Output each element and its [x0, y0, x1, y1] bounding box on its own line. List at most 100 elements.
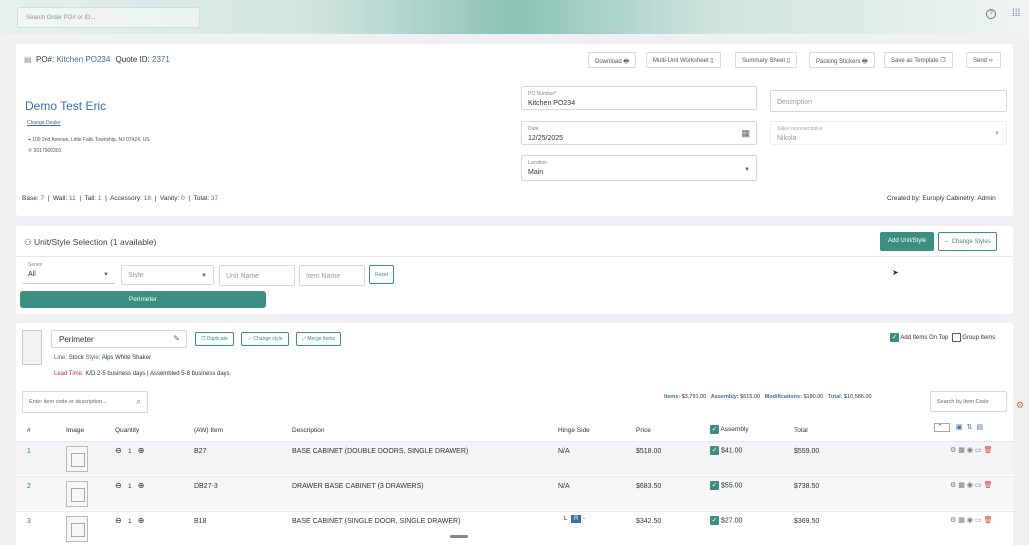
- style-label: Style:: [85, 355, 101, 361]
- unit-name-field[interactable]: Perimeter ✎: [51, 330, 187, 348]
- add-unit-style-button[interactable]: Add Unit/Style: [880, 232, 934, 251]
- download-button[interactable]: Download 🖶: [588, 52, 637, 68]
- chevron-down-icon: ▼: [103, 272, 109, 278]
- quote-label: Quote ID:: [115, 55, 150, 64]
- calendar-icon: ▦: [741, 128, 750, 138]
- document-icon: ▯: [710, 58, 714, 64]
- quantity-stepper[interactable]: ⊖ 1 ⊕: [115, 516, 145, 525]
- phone-icon: ✆: [28, 148, 33, 154]
- created-by: Created by: Europly Cabinetry: Admin: [887, 195, 996, 202]
- group-items-checkbox[interactable]: [951, 333, 961, 342]
- quantity-stepper[interactable]: ⊖ 1 ⊕: [115, 481, 145, 490]
- duplicate-button[interactable]: ❐ Duplicate: [195, 332, 234, 346]
- collapse-icon[interactable]: ⌃: [934, 423, 950, 432]
- printer-icon: 🖶: [623, 59, 630, 65]
- pencil-icon: ✎: [173, 334, 180, 343]
- save-as-template-button[interactable]: Save as Template ❐: [884, 52, 953, 68]
- assembly-checkbox[interactable]: ✓: [710, 446, 719, 455]
- notes-icon[interactable]: ▤: [976, 424, 987, 431]
- assembly-checkbox[interactable]: ✓: [710, 481, 719, 490]
- multi-unit-worksheet-button[interactable]: Multi-Unit Worksheet ▯: [646, 52, 721, 68]
- delete-icon: 🗑: [983, 482, 995, 489]
- order-icon: ▤: [24, 55, 32, 64]
- series-select[interactable]: Series All ▼: [22, 262, 115, 284]
- send-icon: ➪: [988, 58, 994, 64]
- line-value: Stock: [68, 355, 84, 361]
- chevron-down-icon: ▼: [744, 167, 750, 173]
- change-style-button[interactable]: ⇔ Change style: [241, 332, 289, 346]
- hinge-side-toggle[interactable]: L R -: [562, 515, 585, 523]
- add-items-on-top-checkbox[interactable]: ✓: [890, 333, 899, 342]
- lead-time-value: K/D 2-5 business days | Assembled 5-8 bu…: [85, 371, 230, 377]
- cabinet-image: [66, 516, 88, 542]
- search-by-item-code-input[interactable]: Search by Item Code: [930, 391, 1007, 412]
- unit-icon: ⚇: [24, 237, 32, 247]
- line-label: Line:: [54, 355, 68, 361]
- merge-items-button[interactable]: ⤢ Merge items: [296, 332, 341, 346]
- item-search-input[interactable]: Enter item code or description... ⌕: [22, 391, 148, 413]
- cabinet-image: [66, 481, 88, 507]
- apps-grid-icon[interactable]: ⁞⁞⁞: [1012, 9, 1020, 19]
- packing-stickers-button[interactable]: Packing Stickers 🖶: [809, 52, 875, 68]
- search-icon: ⌕: [136, 397, 141, 406]
- chevron-down-icon: ▼: [201, 273, 207, 279]
- delete-icon: 🗑: [983, 517, 995, 524]
- view-icon: ◉: [966, 517, 976, 524]
- table-row[interactable]: 3 ⊖ 1 ⊕ B18 BASE CABINET (SINGLE DOOR, S…: [16, 511, 1013, 545]
- cabinet-counts: Base: 7 | Wall: 11 | Tall: 1 | Accessory…: [22, 195, 219, 202]
- style-select[interactable]: Style ▼: [121, 265, 214, 285]
- quantity-stepper[interactable]: ⊖ 1 ⊕: [115, 446, 145, 455]
- style-value: Alps White Shaker: [101, 355, 152, 361]
- add-items-on-top-label: Add Items On Top: [900, 335, 949, 342]
- unit-thumbnail: [22, 330, 42, 365]
- comment-icon: ▭: [975, 517, 984, 524]
- po-value: Kitchen PO234: [56, 55, 111, 64]
- reset-button[interactable]: Reset: [369, 265, 395, 284]
- copy-icon: ❐: [940, 58, 946, 64]
- change-styles-button[interactable]: ⇔ Change Styles: [938, 232, 997, 251]
- modify-icon: ▦: [958, 482, 967, 489]
- chevron-down-icon: ▼: [994, 131, 1000, 137]
- unit-style-title: ⚇ Unit/Style Selection (1 available): [24, 237, 157, 247]
- perimeter-unit-chip[interactable]: Perimeter: [20, 291, 266, 308]
- cabinet-image: [66, 446, 88, 472]
- scroll-handle[interactable]: [450, 535, 468, 538]
- unit-name-input[interactable]: Unit Name: [219, 265, 295, 286]
- customer-address: 100 2nd Avenue, Little Falls Township, N…: [32, 137, 150, 143]
- swap-icon: ⇔: [944, 239, 950, 245]
- help-icon[interactable]: ?: [986, 9, 996, 19]
- image-toggle-icon[interactable]: ▣: [956, 424, 967, 431]
- copy-icon: ❐: [201, 336, 206, 342]
- assembly-all-checkbox[interactable]: ✓: [710, 425, 719, 434]
- sort-icon[interactable]: ⇅: [966, 424, 976, 431]
- location-select[interactable]: Location Main ▼: [521, 155, 757, 181]
- table-header: # Image Quantity (AW) Item Description H…: [27, 423, 987, 434]
- comment-icon: ▭: [975, 447, 984, 454]
- customer-name: Demo Test Eric: [25, 99, 107, 113]
- table-row[interactable]: 2 ⊖ 1 ⊕ DB27-3 DRAWER BASE CABINET (3 DR…: [16, 476, 1013, 510]
- row-actions[interactable]: ⚙▦◉▭🗑: [950, 446, 995, 454]
- view-icon: ◉: [966, 447, 976, 454]
- table-row[interactable]: 1 ⊖ 1 ⊕ B27 BASE CABINET (DOUBLE DOORS, …: [16, 441, 1013, 475]
- group-items-label: Group Items: [962, 335, 996, 342]
- modify-icon: ▦: [958, 447, 967, 454]
- summary-sheet-button[interactable]: Summary Sheet ▯: [735, 52, 798, 68]
- customer-phone: 2017900301: [33, 148, 62, 154]
- merge-icon: ⤢: [302, 336, 307, 342]
- po-label: PO#:: [36, 55, 55, 64]
- send-button[interactable]: Send ➪: [966, 52, 1001, 68]
- po-number-field[interactable]: PO Number* Kitchen PO234: [521, 86, 757, 110]
- unit-totals: Items: $3,791.00 Assembly: $615.00 Modif…: [664, 394, 872, 400]
- row-actions[interactable]: ⚙▦◉▭🗑: [950, 481, 995, 489]
- search-input[interactable]: Search Order PO# or ID...: [17, 7, 200, 28]
- date-field[interactable]: Date 12/25/2025 ▦: [521, 121, 757, 145]
- delete-icon: 🗑: [983, 447, 995, 454]
- assembly-checkbox[interactable]: ✓: [710, 516, 719, 525]
- modify-icon: ▦: [958, 517, 967, 524]
- row-actions[interactable]: ⚙▦◉▭🗑: [950, 516, 995, 524]
- sales-representative-select[interactable]: Sales representative Nikola ▼: [770, 121, 1007, 145]
- description-field[interactable]: Description: [770, 90, 1007, 112]
- change-dealer-link[interactable]: Change Dealer: [27, 120, 61, 126]
- side-widget-icon[interactable]: ⚙: [1016, 400, 1024, 411]
- item-name-input[interactable]: Item Name: [299, 265, 365, 286]
